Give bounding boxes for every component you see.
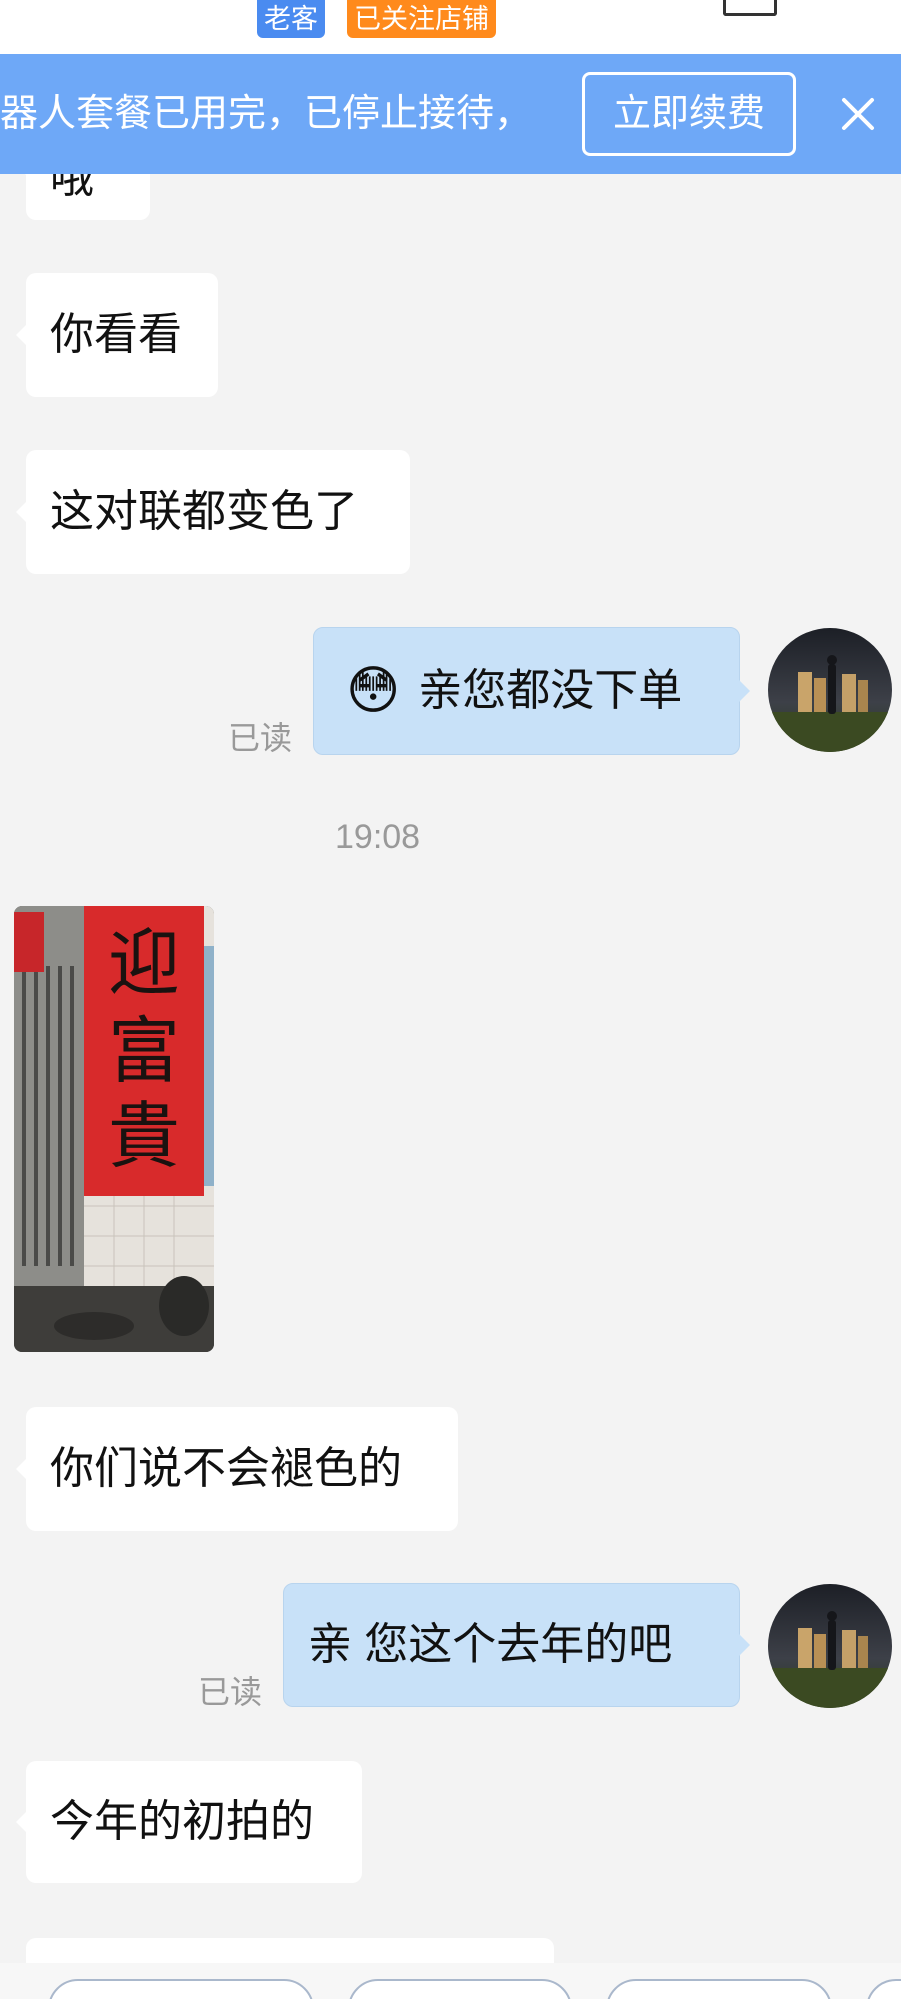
banner-overlay: 器人套餐已用完，已停止接待， 立即续费 [0,54,901,174]
menu-icon[interactable] [723,0,777,16]
message-text: 亲 您这个去年的吧 [308,1620,673,1669]
couplet-char: 富 [108,1009,180,1093]
read-status: 已读 [228,720,293,756]
old-customer-tag: 老客 [257,0,325,38]
message-text: 亲您都没下单 [418,666,683,715]
avatar[interactable] [768,628,892,752]
close-icon[interactable] [836,92,880,136]
message-bubble-right[interactable]: 😳 亲您都没下单 [313,627,750,755]
couplet-char: 貴 [108,1094,180,1178]
avatar-photo [768,628,892,752]
banner-message-copy: 器人套餐已用完，已停止接待， [0,93,533,135]
couplet-photo: 迎 富 貴 [14,906,214,1352]
message-timestamp: 19:08 [335,818,421,856]
couplet-char: 迎 [108,921,180,1005]
message-text: 你看看 [50,310,182,359]
message-text: 这对联都变色了 [50,487,358,536]
quick-reply-chip[interactable] [48,1979,314,1999]
flushed-face-emoji-icon: 😳 [346,661,401,721]
chat-header: 老客 已关注店铺 [0,0,901,54]
followed-store-tag: 已关注店铺 [347,0,496,38]
avatar[interactable] [768,1584,892,1708]
avatar-photo [768,1584,892,1708]
message-bubble-left[interactable]: 今年的初拍的 [16,1761,362,1883]
quick-reply-chip[interactable] [606,1979,832,1999]
renew-button-copy[interactable]: 立即续费 [582,72,796,156]
read-status: 已读 [198,1674,263,1710]
message-bubble-right[interactable]: 亲 您这个去年的吧 [283,1583,750,1707]
message-bubble-left[interactable]: 你们说不会褪色的 [16,1407,458,1531]
image-message[interactable]: 迎 富 貴 [14,906,214,1352]
message-bubble-left[interactable]: 这对联都变色了 [16,450,410,574]
message-text: 今年的初拍的 [50,1797,314,1846]
message-text: 你们说不会褪色的 [50,1444,402,1493]
quick-reply-chip[interactable] [348,1979,572,1999]
message-bubble-left[interactable]: 你看看 [16,273,218,397]
